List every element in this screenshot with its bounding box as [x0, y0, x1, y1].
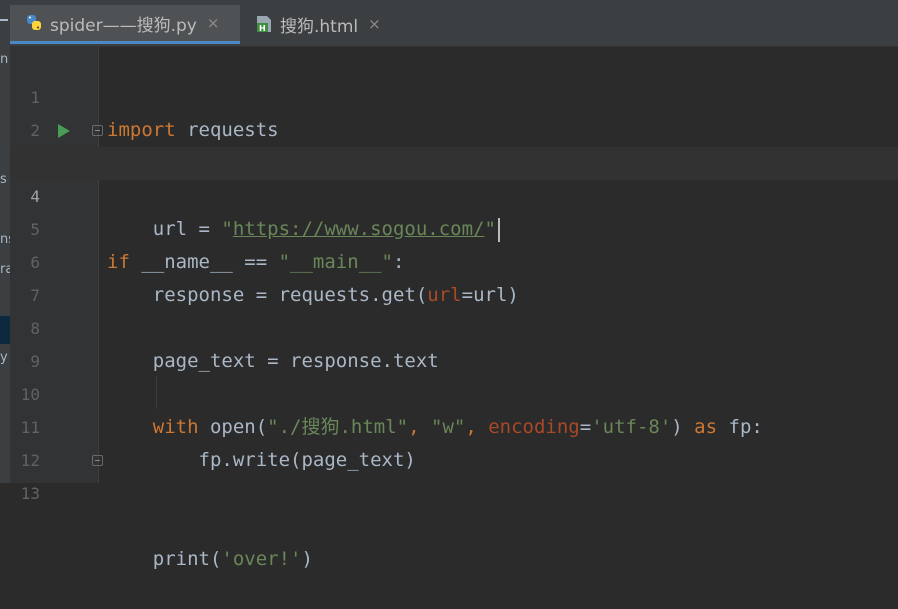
code-line[interactable]: 6 response = requests.get(url=url) — [10, 213, 898, 306]
code-line[interactable]: 13 print('over!') — [10, 444, 898, 570]
code-line[interactable]: 2 — [10, 81, 898, 140]
python-file-icon — [24, 13, 44, 33]
code-line[interactable]: 11 fp.write(page_text) — [10, 378, 898, 471]
code-line[interactable]: 10 with open("./搜狗.html", "w", encoding=… — [10, 345, 898, 438]
project-tree-fragment: y — [0, 350, 8, 365]
code-line[interactable]: 12 — [10, 411, 898, 470]
code-editor[interactable]: 1 import requests 2 3 if __name__ == "__… — [10, 46, 898, 570]
tab-spider-py[interactable]: spider——搜狗.py × — [10, 5, 240, 44]
fold-end-icon[interactable] — [92, 455, 103, 466]
code-line-current[interactable]: 4 url = "https://www.sogou.com/" — [10, 147, 898, 242]
code-text[interactable]: print('over!') — [107, 543, 313, 576]
tab-label: spider——搜狗.py — [50, 15, 197, 36]
fold-icon[interactable] — [92, 125, 103, 136]
line-number: 13 — [20, 484, 40, 503]
code-line[interactable]: 1 import requests — [10, 48, 898, 141]
close-icon[interactable]: × — [207, 14, 220, 32]
close-icon[interactable]: × — [368, 15, 381, 33]
code-line[interactable]: 3 if __name__ == "__main__": — [10, 114, 898, 273]
run-icon[interactable] — [58, 124, 70, 138]
svg-text:H: H — [259, 24, 266, 33]
project-tree-fragment: n — [0, 52, 9, 67]
project-tree-selection[interactable] — [0, 316, 10, 344]
editor-tab-bar: spider——搜狗.py × H 搜狗.html × — [10, 0, 898, 47]
tab-sogou-html[interactable]: H 搜狗.html × — [250, 5, 391, 43]
html-file-icon: H — [254, 14, 274, 34]
code-line[interactable]: 8 page_text = response.text — [10, 279, 898, 372]
minimize-dash-icon[interactable] — [0, 19, 8, 21]
code-line[interactable]: 9 — [10, 312, 898, 371]
tab-label: 搜狗.html — [280, 16, 359, 37]
project-tree-fragment: s — [0, 172, 7, 187]
code-line[interactable]: 5 — [10, 180, 898, 239]
code-line[interactable]: 7 — [10, 246, 898, 305]
